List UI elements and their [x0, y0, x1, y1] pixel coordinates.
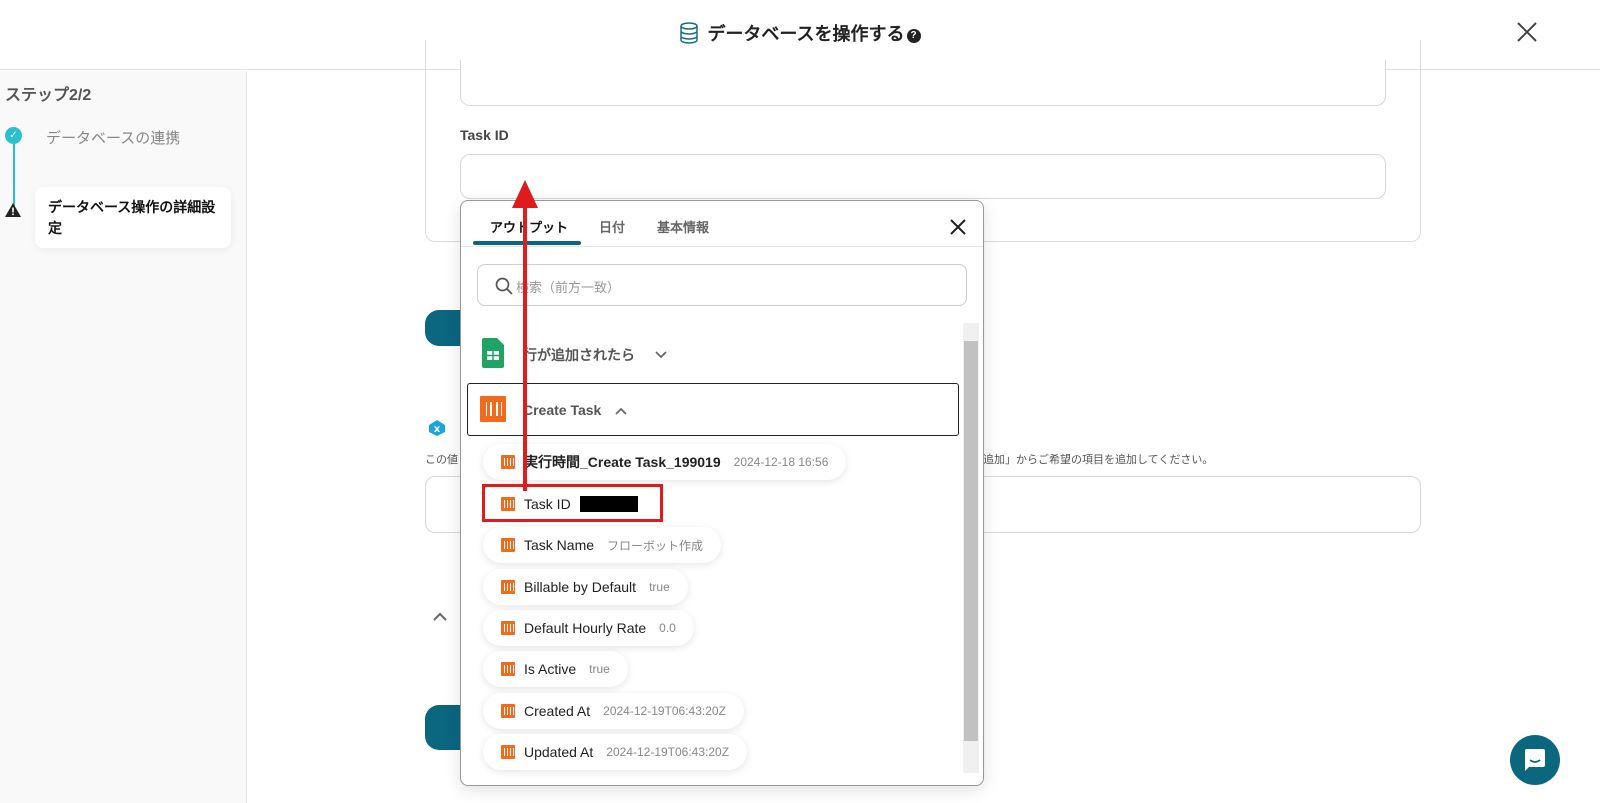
- chat-support-button[interactable]: [1510, 735, 1560, 785]
- tab-date[interactable]: 日付: [599, 217, 625, 236]
- yoom-app-icon: [501, 538, 515, 552]
- close-icon[interactable]: [1517, 22, 1537, 42]
- yoom-app-icon: [501, 580, 515, 594]
- hint-text-left: この値: [425, 454, 458, 466]
- yoom-app-icon: [501, 621, 515, 635]
- hint-text-right: 追加」からご希望の項目を追加してください。: [983, 454, 1214, 466]
- close-icon[interactable]: [950, 219, 966, 235]
- output-item[interactable]: Created At 2024-12-19T06:43:20Z: [483, 693, 744, 729]
- previous-field-input[interactable]: [460, 60, 1386, 106]
- warning-icon: [5, 203, 21, 217]
- yoom-app-icon: [501, 704, 515, 718]
- output-item[interactable]: Default Hourly Rate 0.0: [483, 610, 694, 646]
- step-connector: [13, 144, 15, 206]
- chat-icon: [1525, 749, 1545, 771]
- chevron-down-icon[interactable]: [654, 350, 668, 360]
- search-input[interactable]: 検索（前方一致）: [477, 264, 967, 306]
- chevron-up-icon[interactable]: [614, 406, 628, 416]
- step-item-detail-settings[interactable]: データベース操作の詳細設定: [35, 187, 231, 248]
- output-item[interactable]: Task Name フローボット作成: [483, 527, 722, 563]
- tab-basic-info[interactable]: 基本情報: [657, 217, 709, 236]
- variable-icon: x: [429, 420, 445, 436]
- svg-text:x: x: [434, 424, 441, 435]
- google-sheets-icon: [482, 338, 504, 368]
- step-counter: ステップ2/2: [5, 87, 92, 104]
- output-item[interactable]: Billable by Default true: [483, 569, 688, 605]
- sidebar: ステップ2/2 ✓ データベースの連携 データベース操作の詳細設定: [0, 71, 247, 803]
- yoom-app-icon: [501, 745, 515, 759]
- scrollbar-thumb[interactable]: [964, 341, 978, 741]
- check-icon: ✓: [5, 127, 22, 144]
- yoom-app-icon: [501, 662, 515, 676]
- output-item[interactable]: Is Active true: [483, 651, 628, 687]
- annotation-arrow: [512, 180, 538, 491]
- task-id-input[interactable]: [460, 154, 1386, 199]
- yoom-app-icon: [480, 396, 506, 422]
- chevron-up-icon[interactable]: [432, 610, 448, 622]
- output-item[interactable]: Updated At 2024-12-19T06:43:20Z: [483, 734, 748, 770]
- step-item-database-link[interactable]: データベースの連携: [46, 127, 180, 148]
- task-id-label: Task ID: [460, 127, 509, 143]
